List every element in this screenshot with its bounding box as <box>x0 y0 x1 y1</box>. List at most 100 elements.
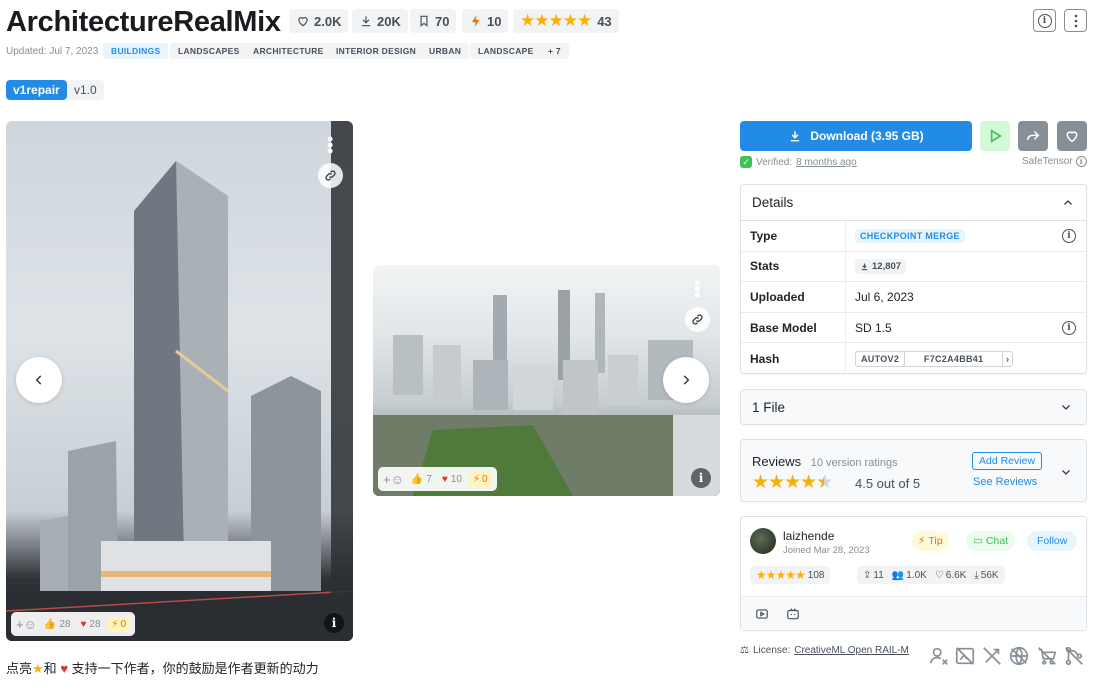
bookmarks-count: 70 <box>435 13 450 29</box>
users-icon: 👥 <box>891 569 905 581</box>
no-generation-service-icon[interactable] <box>981 645 1003 667</box>
favorite-button[interactable] <box>1057 121 1087 151</box>
follow-button[interactable]: Follow <box>1027 531 1078 551</box>
tag-interior-design[interactable]: INTERIOR DESIGN <box>328 43 425 59</box>
run-button[interactable] <box>980 121 1010 151</box>
scale-icon: ⚖ <box>740 645 749 656</box>
details-row-base-model: Base Model SD 1.5 i <box>741 312 1086 344</box>
chevron-down-icon[interactable] <box>1060 466 1072 478</box>
heart-reaction[interactable]: ♥ 10 <box>439 474 465 485</box>
tag-more[interactable]: + 7 <box>540 43 569 59</box>
add-reaction-icon[interactable]: +☺ <box>16 617 37 632</box>
image-1-link-button[interactable] <box>318 163 343 188</box>
gallery-image-1[interactable]: • • • +☺ 👍 28 ♥ 28 ⚡ 0 i <box>6 121 353 641</box>
bolt-reaction[interactable]: ⚡ 0 <box>107 616 131 632</box>
heart-reaction[interactable]: ♥ 28 <box>77 619 103 630</box>
info-button[interactable]: i <box>1033 9 1056 32</box>
rating-stars: ★★★★★ <box>520 11 592 30</box>
tag-landscape[interactable]: LANDSCAPE <box>470 43 542 59</box>
bolt-icon: ⚡ <box>918 535 926 547</box>
tip-button[interactable]: ⚡ Tip <box>912 531 949 551</box>
info-icon[interactable]: i <box>1062 320 1076 335</box>
next-image-button[interactable] <box>663 357 709 403</box>
info-icon[interactable]: i <box>1075 156 1087 167</box>
creator-stats: ⇪ 11 👥 1.0K ♡ 6.6K ⤓ 56K <box>857 566 1005 584</box>
creator-panel: laizhende Joined Mar 28, 2023 ⚡ Tip ▭ Chat… <box>740 516 1087 631</box>
info-icon: i <box>1037 13 1052 28</box>
hash-type[interactable]: AUTOV2 <box>856 351 906 366</box>
verified-status: ✓ Verified: 8 months ago <box>740 156 857 168</box>
rating-stars: ★★★★★ <box>756 568 806 582</box>
chevron-right-icon[interactable]: › <box>1003 352 1012 366</box>
more-options-button[interactable] <box>1064 9 1087 32</box>
image-2-info-icon[interactable]: i <box>691 468 711 488</box>
heart-icon: ♥ <box>441 473 448 485</box>
tag-architecture[interactable]: ARCHITECTURE <box>245 43 332 59</box>
page-title: ArchitectureRealMix <box>6 6 281 38</box>
youtube-icon[interactable] <box>755 607 769 621</box>
files-panel[interactable]: 1 File <box>740 389 1087 425</box>
see-reviews-link[interactable]: See Reviews <box>973 476 1037 488</box>
updated-date: Updated: Jul 7, 2023 <box>6 46 99 57</box>
bolt-reaction[interactable]: ⚡ 0 <box>468 471 492 487</box>
share-button[interactable] <box>1018 121 1048 151</box>
no-commercial-icon[interactable] <box>1036 645 1058 667</box>
reviews-stars: ★★★★★ <box>752 472 833 493</box>
tips-count: 10 <box>487 13 502 29</box>
creator-links <box>741 596 1086 630</box>
description-caption: 点亮★和 ♥ 支持一下作者，你的鼓励是作者更新的动力 <box>6 661 319 676</box>
hash-box[interactable]: AUTOV2 F7C2A4BB41 › <box>855 350 1014 367</box>
details-header[interactable]: Details <box>741 185 1086 221</box>
image-2-link-button[interactable] <box>685 307 710 332</box>
chat-button[interactable]: ▭ Chat <box>966 531 1016 551</box>
reviews-subtitle: 10 version ratings <box>810 457 898 469</box>
tag-landscapes[interactable]: LANDSCAPES <box>170 43 248 59</box>
bolt-icon <box>471 15 480 27</box>
upload-icon: ⇪ <box>863 569 872 581</box>
download-button[interactable]: Download (3.95 GB) <box>740 121 972 151</box>
tag-buildings[interactable]: BUILDINGS <box>103 43 169 59</box>
add-reaction-icon[interactable]: +☺ <box>383 472 404 487</box>
creator-name[interactable]: laizhende <box>783 529 834 543</box>
avatar[interactable] <box>750 528 776 554</box>
bolt-icon: ⚡ <box>111 618 119 630</box>
rating-stat[interactable]: ★★★★★ 43 <box>513 9 619 33</box>
version-v1-0[interactable]: v1.0 <box>67 80 104 100</box>
image-1-menu-icon[interactable]: • • • <box>327 130 333 160</box>
like-reaction[interactable]: 👍 28 <box>41 619 74 630</box>
creator-rating: ★★★★★ 108 <box>750 566 831 584</box>
verified-date-link[interactable]: 8 months ago <box>796 157 857 168</box>
bookmarks-stat: 70 <box>410 9 457 33</box>
chat-icon: ▭ <box>973 535 983 547</box>
stats-badge: 12,807 <box>855 258 907 274</box>
image-1-info-icon[interactable]: i <box>324 613 344 633</box>
no-image-sell-icon[interactable] <box>954 645 976 667</box>
no-credit-icon[interactable] <box>928 645 950 667</box>
heart-outline-icon: ♡ <box>934 569 944 581</box>
image-2-menu-icon[interactable]: • • • <box>694 274 700 304</box>
hash-value[interactable]: F7C2A4BB41 <box>905 351 1004 366</box>
creator-uploads: ⇪ 11 <box>863 569 884 581</box>
info-icon[interactable]: i <box>1062 228 1076 243</box>
add-review-button[interactable]: Add Review <box>972 452 1043 470</box>
version-v1repair[interactable]: v1repair <box>6 80 67 100</box>
type-badge: CHECKPOINT MERGE <box>855 228 965 243</box>
kebab-icon <box>1074 14 1077 27</box>
license-link[interactable]: CreativeML Open RAIL-M <box>794 645 909 656</box>
shield-check-icon: ✓ <box>740 156 752 168</box>
gallery-image-2[interactable]: • • • +☺ 👍 7 ♥ 10 ⚡ 0 i <box>373 265 720 496</box>
download-label: Download (3.95 GB) <box>810 129 924 143</box>
tag-urban[interactable]: URBAN <box>421 43 470 59</box>
like-reaction[interactable]: 👍 7 <box>408 474 435 485</box>
bilibili-icon[interactable] <box>786 607 800 621</box>
prev-image-button[interactable] <box>16 357 62 403</box>
no-sell-models-icon[interactable] <box>1008 645 1030 667</box>
download-icon: ⤓ <box>974 569 979 581</box>
files-label: 1 File <box>752 399 786 415</box>
chevron-right-icon <box>683 375 690 385</box>
no-merge-icon[interactable] <box>1063 645 1085 667</box>
tips-stat: 10 <box>462 9 509 33</box>
star-emoji-icon: ★ <box>32 661 44 676</box>
details-row-hash: Hash AUTOV2 F7C2A4BB41 › <box>741 343 1086 374</box>
thumbs-up-icon: 👍 <box>410 473 424 485</box>
